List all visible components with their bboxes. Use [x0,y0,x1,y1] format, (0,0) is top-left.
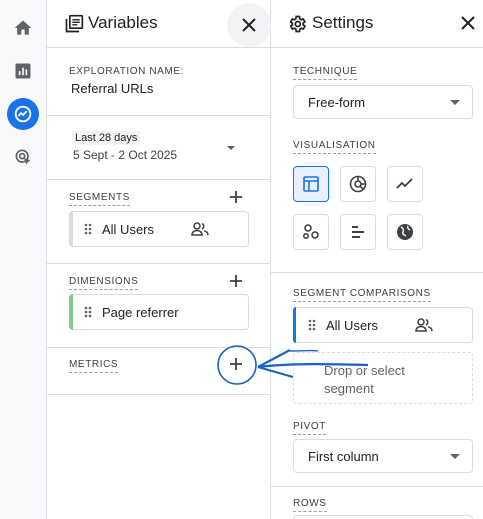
metrics-label: METRICS [69,359,119,373]
dimensions-label: DIMENSIONS [69,276,139,290]
variables-icon [65,14,84,33]
close-icon [461,16,475,30]
dropdown-caret-icon [450,100,460,105]
technique-value: Free-form [308,95,366,110]
nav-reports[interactable] [7,55,39,87]
nav-home[interactable] [7,12,39,44]
geo-map-icon [397,224,413,240]
rows-field[interactable] [293,515,473,519]
dimension-chip-page-referrer[interactable]: Page referrer [69,294,249,330]
pivot-label: PIVOT [293,421,327,435]
nav-rail [0,0,47,519]
dropdown-caret-icon [450,454,460,459]
gear-icon [289,15,307,33]
pivot-select[interactable]: First column [293,439,473,473]
nav-explore[interactable] [7,98,39,130]
exploration-name-section: EXPLORATION NAME: Referral URLs [47,48,270,116]
nav-advertising[interactable] [7,141,39,173]
viz-geo-button[interactable] [387,214,423,250]
technique-select[interactable]: Free-form [293,85,473,119]
bar-chart-icon [15,63,31,79]
explore-icon [14,105,32,123]
viz-line-button[interactable] [387,166,423,202]
variables-header: Variables [47,0,271,48]
table-icon [303,176,319,192]
segment-chip-bar [69,211,73,247]
settings-title: Settings [312,13,374,32]
comparison-chip-label: All Users [326,318,379,333]
line-chart-icon [396,178,413,189]
comparison-chip-bar [293,307,296,343]
metrics-section: METRICS [47,348,270,395]
segment-comparisons-label: SEGMENT COMPARISONS [293,288,431,302]
dimensions-section: DIMENSIONS Page referrer [47,264,270,348]
date-badge: Last 28 days [72,131,141,145]
pivot-value: First column [308,449,379,464]
variables-panel: Variables EXPLORATION NAME: Referral URL… [47,0,271,519]
close-settings-button[interactable] [461,16,477,32]
settings-panel: Settings TECHNIQUE Free-form VISUALISATI… [271,0,483,519]
bar-chart-horizontal-icon [352,226,364,238]
exploration-name-input[interactable]: Referral URLs [71,81,153,96]
segments-label: SEGMENTS [69,192,130,206]
plus-icon [230,358,242,370]
drag-handle-icon[interactable] [84,223,92,235]
add-metric-button[interactable] [224,352,248,376]
date-range-section[interactable]: Last 28 days 5 Sept - 2 Oct 2025 [47,116,270,180]
drop-zone-text: Drop or select segment [324,363,405,396]
close-variables-button[interactable] [227,3,271,47]
drag-handle-icon[interactable] [84,306,92,318]
people-icon [415,318,433,332]
rows-label: ROWS [293,498,327,512]
segment-chip-label: All Users [102,222,155,237]
variables-title: Variables [88,13,158,32]
viz-donut-button[interactable] [340,166,376,202]
dimension-chip-label: Page referrer [102,305,179,320]
comparison-chip-all-users[interactable]: All Users [293,307,473,343]
segments-section: SEGMENTS All Users [47,180,270,264]
plus-icon [230,191,242,203]
divider [271,486,483,487]
exploration-name-label: EXPLORATION NAME: [69,66,185,77]
viz-scatter-button[interactable] [293,214,329,250]
add-segment-button[interactable] [224,185,248,209]
segment-chip-all-users[interactable]: All Users [69,211,249,247]
technique-label: TECHNIQUE [293,66,358,80]
scatter-plot-icon [302,224,319,240]
close-icon [242,18,256,32]
home-icon [14,20,32,35]
date-dropdown-caret[interactable] [227,146,235,150]
drag-handle-icon[interactable] [308,319,316,331]
donut-chart-icon [349,175,367,193]
segment-drop-zone[interactable]: Drop or select segment [293,352,473,404]
plus-icon [230,275,242,287]
add-dimension-button[interactable] [224,269,248,293]
viz-table-button[interactable] [293,166,329,202]
visualisation-label: VISUALISATION [293,140,376,154]
dimension-chip-bar [69,294,73,330]
viz-bar-button[interactable] [340,214,376,250]
people-icon [191,222,209,236]
settings-header: Settings [271,0,483,48]
date-range: 5 Sept - 2 Oct 2025 [73,148,178,162]
divider [271,272,483,273]
cursor-target-icon [15,149,31,165]
